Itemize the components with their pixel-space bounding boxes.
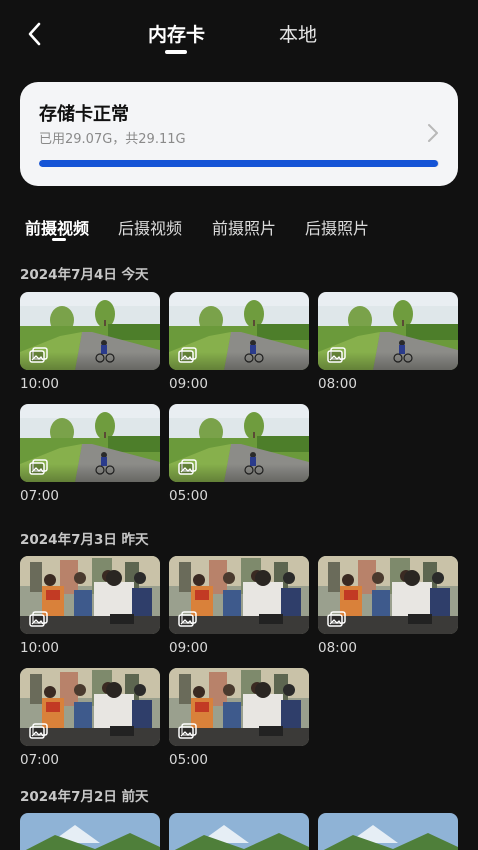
gallery-icon [327,347,346,363]
thumbnail-time-label: 09:00 [169,640,208,656]
gallery-icon [29,723,48,739]
tab-front-video[interactable]: 前摄视频 [25,215,89,239]
media-thumbnail[interactable] [318,556,458,634]
date-header: 2024年7月2日 前天 [20,789,149,805]
tab-active-indicator [165,50,187,54]
storage-progress-bar [39,160,439,167]
date-header: 2024年7月3日 昨天 [20,532,149,548]
tab-rear-photo[interactable]: 后摄照片 [305,215,369,239]
gallery-icon [29,347,48,363]
media-thumbnail[interactable] [318,292,458,370]
media-thumbnail[interactable] [20,292,160,370]
media-thumbnail[interactable] [318,813,458,850]
thumbnail-time-label: 10:00 [20,640,59,656]
thumbnail-time-label: 07:00 [20,488,59,504]
thumbnail-time-label: 08:00 [318,376,357,392]
category-tabs: 前摄视频 后摄视频 前摄照片 后摄照片 [0,215,478,245]
gallery-icon [29,459,48,475]
tab-rear-video[interactable]: 后摄视频 [118,215,182,239]
tab-memory-card[interactable]: 内存卡 [148,20,205,47]
gallery-icon [178,723,197,739]
thumbnail-time-label: 09:00 [169,376,208,392]
gallery-icon [178,459,197,475]
thumbnail-time-label: 05:00 [169,752,208,768]
gallery-icon [327,611,346,627]
gallery-icon [178,347,197,363]
date-header: 2024年7月4日 今天 [20,267,149,283]
media-thumbnail[interactable] [20,813,160,850]
media-thumbnail[interactable] [169,668,309,746]
media-thumbnail[interactable] [20,668,160,746]
chevron-right-icon [428,124,438,142]
media-thumbnail[interactable] [169,292,309,370]
top-bar: 内存卡 本地 [0,0,478,64]
media-thumbnail[interactable] [169,556,309,634]
tab-front-photo[interactable]: 前摄照片 [212,215,276,239]
media-thumbnail[interactable] [20,556,160,634]
chevron-left-icon [28,22,41,46]
thumbnail-time-label: 10:00 [20,376,59,392]
tab-local[interactable]: 本地 [279,20,317,47]
storage-status-title: 存储卡正常 [39,104,129,125]
media-thumbnail[interactable] [169,404,309,482]
media-thumbnail[interactable] [20,404,160,482]
gallery-icon [29,611,48,627]
storage-usage-text: 已用29.07G，共29.11G [39,132,186,147]
storage-progress-fill [39,160,439,167]
back-button[interactable] [22,20,46,48]
gallery-icon [178,611,197,627]
thumbnail-time-label: 05:00 [169,488,208,504]
category-active-indicator [52,238,66,241]
storage-status-card[interactable]: 存储卡正常 已用29.07G，共29.11G [20,82,458,186]
media-thumbnail[interactable] [169,813,309,850]
thumbnail-time-label: 07:00 [20,752,59,768]
thumbnail-time-label: 08:00 [318,640,357,656]
